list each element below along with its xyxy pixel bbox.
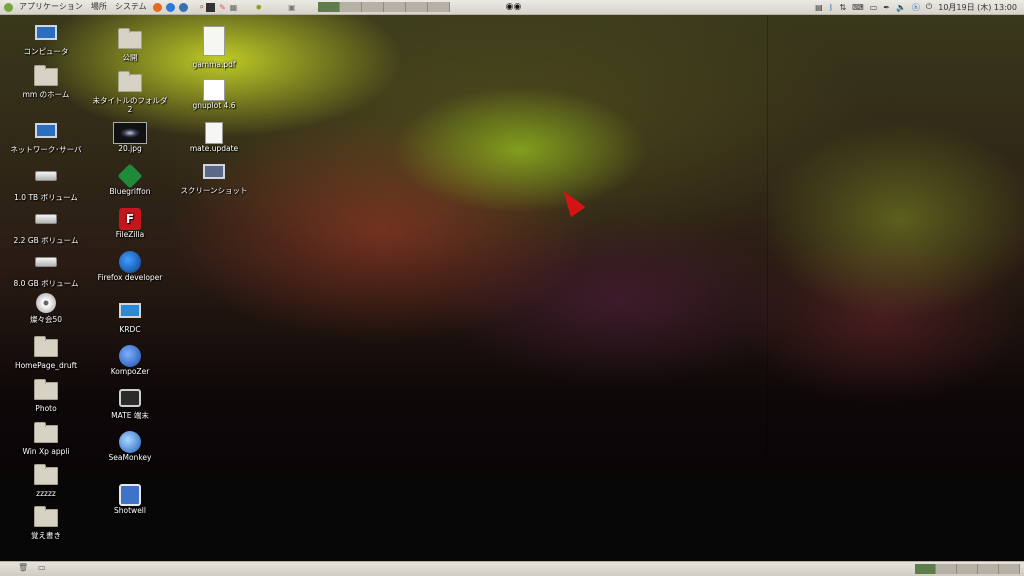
hp-printer-icon[interactable]: ⓗ <box>912 2 920 13</box>
desktop-icon-network[interactable]: ネットワーク･サーバ <box>6 123 86 154</box>
chrome-launcher-icon[interactable] <box>165 2 175 12</box>
desktop-icon-mate-terminal[interactable]: MATE 端末 <box>90 389 170 420</box>
folder-icon <box>34 336 58 357</box>
shotwell-icon <box>119 484 141 506</box>
desktop-icon-firefox-developer[interactable]: Firefox developer <box>90 251 170 282</box>
workspace-bottom-5[interactable] <box>999 564 1020 574</box>
eyes-applet-icon: ◉◉ <box>505 2 522 12</box>
krdc-icon <box>119 303 141 318</box>
filezilla-icon: F <box>119 208 141 230</box>
firefox-launcher-icon[interactable] <box>152 2 162 12</box>
drive-icon <box>35 171 57 181</box>
desktop-icon-public[interactable]: 公開 <box>90 28 170 62</box>
workspace-bottom-4[interactable] <box>978 564 999 574</box>
folder-icon <box>34 464 58 485</box>
script-icon <box>205 122 223 144</box>
seamonkey-icon <box>119 431 141 453</box>
desktop-icon-winxp-appli[interactable]: Win Xp appli <box>6 422 86 456</box>
desktop-icon-home[interactable]: mm のホーム <box>6 65 86 99</box>
workspace-5[interactable] <box>405 2 428 12</box>
desktop-icon-gamma-pdf[interactable]: gamma.pdf <box>174 26 254 69</box>
folder-icon <box>34 422 58 443</box>
trash-icon[interactable]: 🗑 <box>18 563 28 572</box>
desktop-icon-20jpg[interactable]: 20.jpg <box>90 122 170 153</box>
power-icon[interactable]: ⏻ <box>926 2 932 12</box>
search-icon[interactable]: ⌕ <box>200 2 204 12</box>
desktop-icon-homepage-druft[interactable]: HomePage_druft <box>6 336 86 370</box>
desktop-icon-bluegriffon[interactable]: Bluegriffon <box>90 163 170 196</box>
network-icon <box>35 123 57 138</box>
screenshot-icon <box>203 164 225 179</box>
clipboard-icon[interactable]: ▤ <box>815 3 823 12</box>
desktop-icon-photo[interactable]: Photo <box>6 379 86 413</box>
show-desktop-bottom-icon[interactable]: ▭ <box>38 563 46 572</box>
bottom-workspace-switcher[interactable] <box>915 564 1020 574</box>
kompozer-icon <box>119 345 141 367</box>
menu-places[interactable]: 場所 <box>87 0 111 14</box>
workspace-6[interactable] <box>427 2 450 12</box>
desktop-icon-filezilla[interactable]: F FileZilla <box>90 208 170 239</box>
workspace-1[interactable] <box>317 2 340 12</box>
drive-icon <box>35 257 57 267</box>
desktop-icon-screenshot[interactable]: スクリーンショット <box>174 164 254 195</box>
desktop-icon-volume-1tb[interactable]: 1.0 TB ボリューム <box>6 165 86 202</box>
terminal-launcher-icon[interactable] <box>206 2 216 12</box>
desktop-icon-shotwell[interactable]: Shotwell <box>90 484 170 515</box>
wallpaper-seam <box>767 14 768 480</box>
workspace-4[interactable] <box>383 2 406 12</box>
editor-launcher-icon[interactable]: ✎ <box>219 3 226 12</box>
home-folder-icon <box>34 65 58 86</box>
top-panel: アプリケーション 場所 システム ⌕ ✎ ▦ ✸ ▣ ◉◉ ▤ ᛒ ⇅ ⌨ ▭ … <box>0 0 1024 15</box>
top-workspace-switcher[interactable] <box>317 2 450 12</box>
desktop-icon-volume-8gb[interactable]: 8.0 GB ボリューム <box>6 251 86 288</box>
battery-icon[interactable]: ▭ <box>870 3 878 12</box>
thunderbird-launcher-icon[interactable] <box>178 2 188 12</box>
gnuplot-icon <box>203 79 225 101</box>
desktop-icon-volume-2gb[interactable]: 2.2 GB ボリューム <box>6 208 86 245</box>
network-icon[interactable]: ⇅ <box>839 3 846 12</box>
workspace-bottom-2[interactable] <box>936 564 957 574</box>
desktop-icon-computer[interactable]: コンピュータ <box>6 25 86 56</box>
image-icon <box>113 122 147 144</box>
folder-icon <box>118 28 142 49</box>
desktop-icon-oboegaki[interactable]: 覚え書き <box>6 506 86 540</box>
bottom-panel: 🗑 ▭ <box>0 561 1024 576</box>
folder-icon <box>34 506 58 527</box>
desktop-icon-zzzzz[interactable]: zzzzz <box>6 464 86 498</box>
desktop-icon-kompozer[interactable]: KompoZer <box>90 345 170 376</box>
bluetooth-icon[interactable]: ᛒ <box>829 3 834 12</box>
menu-system[interactable]: システム <box>111 0 151 14</box>
pen-icon[interactable]: ✒ <box>883 3 890 12</box>
firefox-icon <box>119 251 141 273</box>
clock[interactable]: 10月19日 (木) 13:00 <box>938 2 1017 13</box>
desktop-icon-disc[interactable]: 燦々会50 <box>6 293 86 324</box>
desktop-icon-gnuplot[interactable]: gnuplot 4.6 <box>174 79 254 110</box>
workspace-bottom-1[interactable] <box>915 564 936 574</box>
menu-applications[interactable]: アプリケーション <box>15 0 87 14</box>
disc-icon <box>36 293 56 313</box>
folder-icon <box>34 379 58 400</box>
desktop-icon-seamonkey[interactable]: SeaMonkey <box>90 431 170 462</box>
bluegriffon-icon <box>117 163 143 189</box>
terminal-icon <box>119 389 141 407</box>
computer-icon <box>35 25 57 40</box>
drive-icon <box>35 214 57 224</box>
desktop-icon-mate-update[interactable]: mate.update <box>174 122 254 153</box>
workspace-3[interactable] <box>361 2 384 12</box>
mate-logo-icon[interactable] <box>4 2 13 12</box>
desktop-icon-krdc[interactable]: KRDC <box>90 303 170 334</box>
calculator-launcher-icon[interactable]: ▦ <box>230 3 238 12</box>
volume-icon[interactable]: 🔈 <box>896 3 906 12</box>
notification-star-icon[interactable]: ✸ <box>255 3 262 12</box>
keyboard-icon[interactable]: ⌨ <box>852 3 864 12</box>
folder-icon <box>118 71 142 92</box>
pdf-icon <box>203 26 225 56</box>
workspace-bottom-3[interactable] <box>957 564 978 574</box>
system-tray: ▤ ᛒ ⇅ ⌨ ▭ ✒ 🔈 ⓗ ⏻ 10月19日 (木) 13:00 <box>812 0 1020 14</box>
show-desktop-icon[interactable]: ▣ <box>288 3 296 12</box>
desktop-icon-untitled-folder[interactable]: 未タイトルのフォルダ 2 <box>90 71 170 114</box>
workspace-2[interactable] <box>339 2 362 12</box>
